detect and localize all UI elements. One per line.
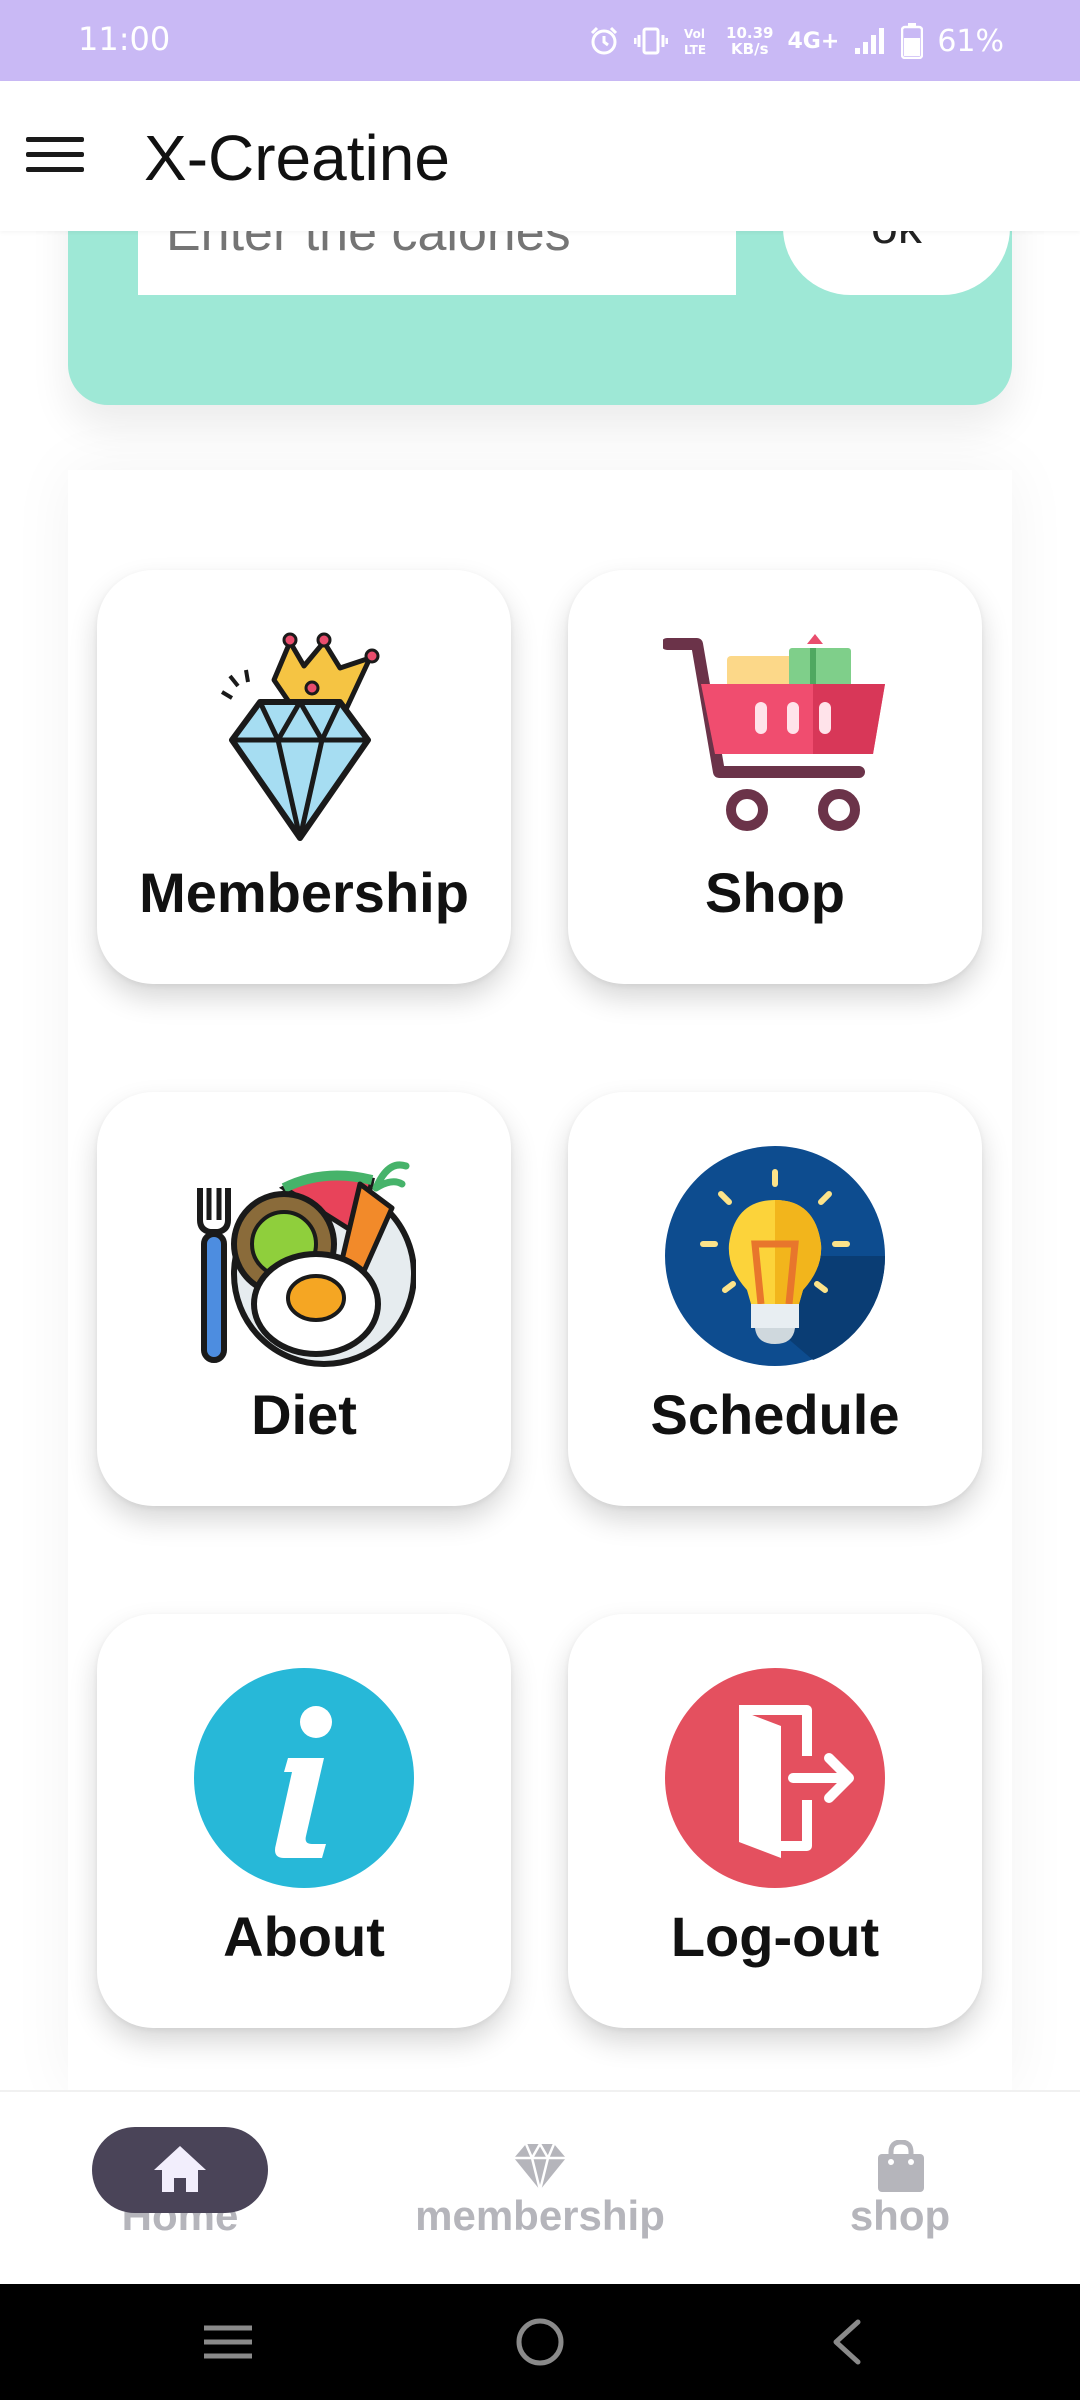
- nav-item-shop[interactable]: shop: [720, 2092, 1080, 2286]
- tile-label: Log-out: [670, 1905, 880, 1968]
- shopping-cart-icon: [663, 634, 885, 831]
- speed-unit: KB/s: [731, 40, 769, 58]
- tile-label: Diet: [251, 1383, 357, 1446]
- app-bar: X-Creatine: [0, 81, 1080, 231]
- back-icon[interactable]: [826, 2314, 866, 2370]
- svg-text:LTE: LTE: [684, 43, 706, 57]
- shopping-bag-icon: [878, 2140, 924, 2192]
- diamond-icon: [514, 2142, 566, 2191]
- tile-schedule[interactable]: Schedule: [568, 1092, 982, 1506]
- status-time: 11:00: [78, 20, 171, 58]
- system-navigation-bar: [0, 2284, 1080, 2400]
- alarm-icon: [590, 26, 618, 55]
- home-button-icon[interactable]: [513, 2314, 567, 2370]
- tile-label: Shop: [705, 861, 845, 924]
- battery-icon: [901, 23, 924, 59]
- diamond-crown-icon: [220, 632, 380, 841]
- tile-label: Membership: [139, 861, 469, 924]
- tile-logout[interactable]: Log-out: [568, 1614, 982, 2028]
- network-type: 4G+: [787, 28, 840, 54]
- tile-label: Schedule: [650, 1383, 900, 1446]
- tile-shop[interactable]: Shop: [568, 570, 982, 984]
- nav-item-home[interactable]: Home: [0, 2092, 360, 2286]
- recent-apps-icon[interactable]: [202, 2314, 254, 2370]
- volte-icon: Vol LTE: [684, 27, 706, 57]
- nav-item-membership[interactable]: membership: [360, 2092, 720, 2286]
- status-icons: Vol LTE 10.39 KB/s 4G+ 61%: [588, 16, 1004, 66]
- network-speed: 10.39 KB/s: [726, 25, 773, 57]
- light-bulb-icon: [665, 1146, 886, 1366]
- signal-icon: [855, 28, 885, 54]
- tile-membership[interactable]: Membership: [97, 570, 511, 984]
- vibrate-icon: [634, 27, 669, 55]
- bottom-navigation: Home membership shop: [0, 2090, 1080, 2284]
- tile-label: About: [223, 1905, 385, 1968]
- nav-label: shop: [849, 2192, 951, 2239]
- speed-value: 10.39: [726, 24, 774, 42]
- menu-grid: Membership Shop Diet Schedule About Log-…: [68, 470, 1012, 2090]
- tile-about[interactable]: About: [97, 1614, 511, 2028]
- status-bar: 11:00 Vol LTE 10.39 KB/s 4G+ 61%: [0, 0, 1080, 81]
- info-icon: [194, 1668, 414, 1888]
- nav-label: membership: [415, 2192, 665, 2239]
- meal-plate-icon: [197, 1161, 416, 1367]
- tile-diet[interactable]: Diet: [97, 1092, 511, 1506]
- battery-percent: 61%: [937, 23, 1004, 59]
- svg-text:Vol: Vol: [684, 27, 705, 41]
- hamburger-menu-icon[interactable]: [26, 137, 88, 177]
- exit-door-icon: [665, 1668, 885, 1888]
- home-icon: [154, 2146, 206, 2192]
- app-title: X-Creatine: [144, 122, 450, 194]
